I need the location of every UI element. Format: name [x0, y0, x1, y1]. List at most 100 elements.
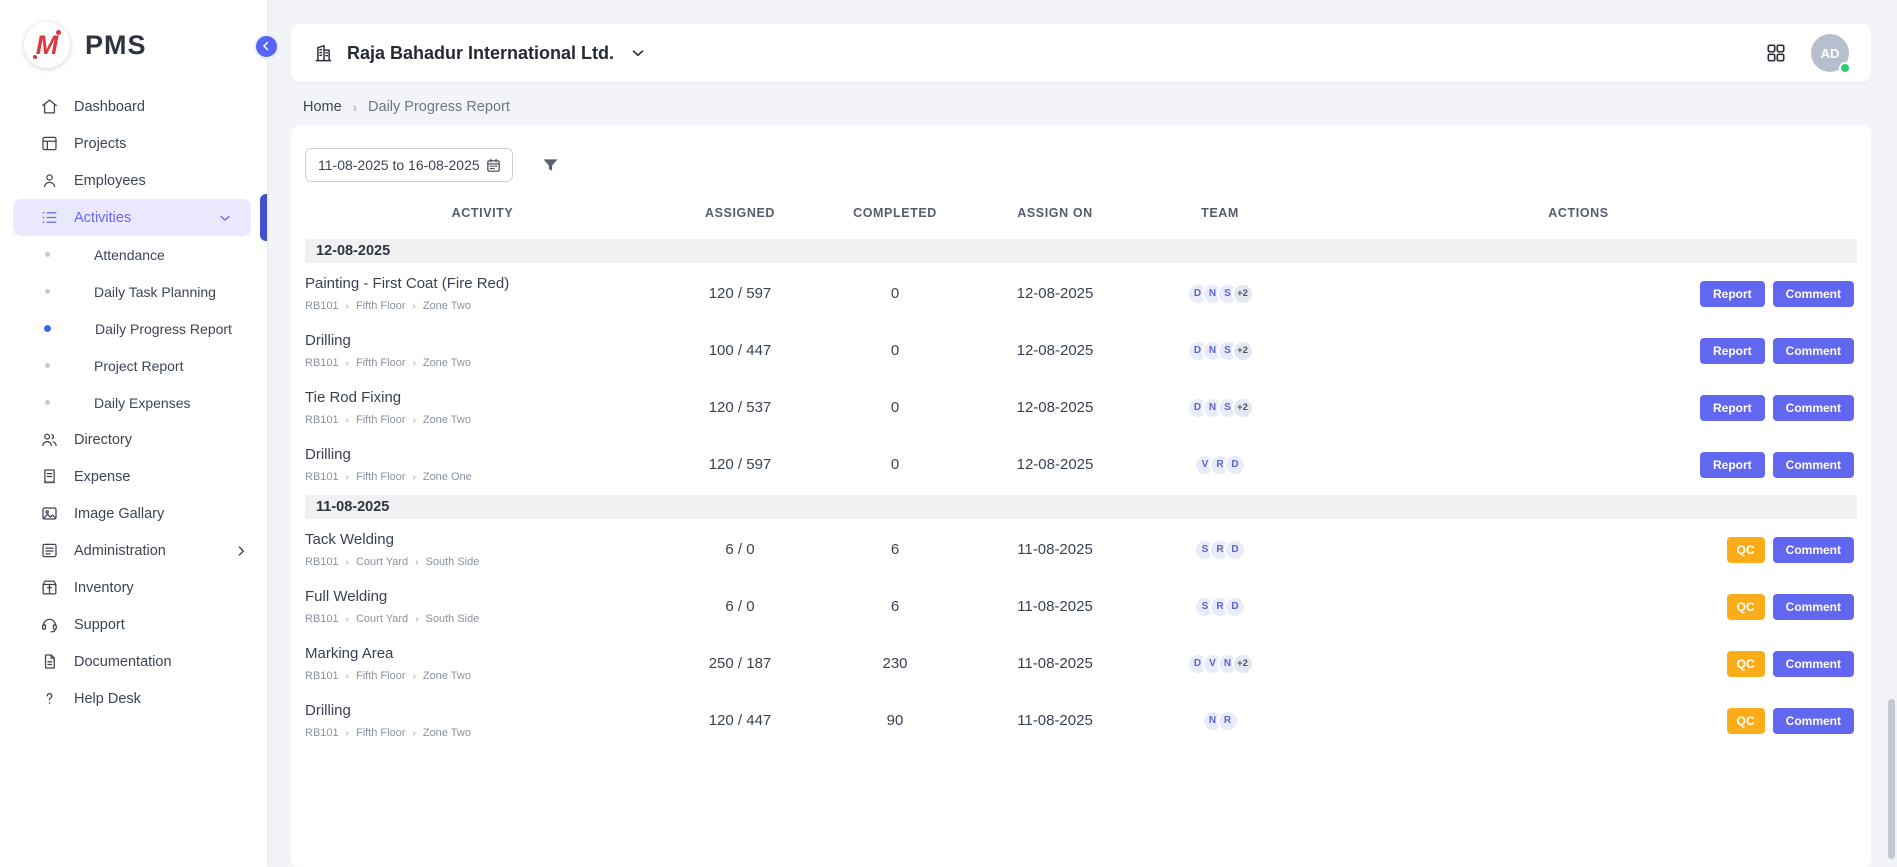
calendar-icon: [485, 157, 502, 174]
filter-icon[interactable]: [540, 155, 561, 176]
sidebar-subitem-label: Project Report: [94, 358, 183, 374]
comment-button[interactable]: Comment: [1773, 338, 1854, 364]
table-row: DrillingRB101›Fifth Floor›Zone Two100 / …: [305, 322, 1857, 379]
sidebar-item-label: Expense: [74, 469, 249, 485]
sidebar-item-expense[interactable]: Expense: [0, 458, 267, 495]
sidebar-subitem-attendance[interactable]: Attendance: [0, 236, 267, 273]
app: M PMS DashboardProjectsEmployeesActiviti…: [0, 0, 1897, 867]
report-button[interactable]: Report: [1700, 395, 1765, 421]
path-segment: Zone Two: [423, 300, 471, 312]
assign-on-date: 12-08-2025: [970, 285, 1140, 302]
sidebar-subitem-daily-progress-report[interactable]: Daily Progress Report: [0, 310, 267, 347]
company-selector[interactable]: Raja Bahadur International Ltd.: [313, 43, 647, 64]
report-button[interactable]: Report: [1700, 338, 1765, 364]
activity-cell: DrillingRB101›Fifth Floor›Zone One: [305, 446, 660, 483]
activity-name: Drilling: [305, 446, 660, 463]
completed-value: 230: [820, 655, 970, 672]
path-segment: Zone One: [423, 471, 472, 483]
sidebar-item-employees[interactable]: Employees: [0, 162, 267, 199]
comment-button[interactable]: Comment: [1773, 281, 1854, 307]
path-segment: RB101: [305, 613, 339, 625]
assigned-value: 120 / 597: [660, 456, 820, 473]
path-segment: Zone Two: [423, 670, 471, 682]
sidebar-item-help-desk[interactable]: Help Desk: [0, 680, 267, 717]
table-row: DrillingRB101›Fifth Floor›Zone Two120 / …: [305, 692, 1857, 749]
chevron-right-icon: ›: [413, 671, 416, 682]
group-date-row: 11-08-2025: [305, 495, 1857, 519]
sidebar-item-documentation[interactable]: Documentation: [0, 643, 267, 680]
report-button[interactable]: Report: [1700, 281, 1765, 307]
chevron-right-icon: ›: [346, 358, 349, 369]
sidebar-item-directory[interactable]: Directory: [0, 421, 267, 458]
comment-button[interactable]: Comment: [1773, 594, 1854, 620]
chevron-right-icon: ›: [346, 614, 349, 625]
comment-button[interactable]: Comment: [1773, 452, 1854, 478]
qc-button[interactable]: QC: [1727, 594, 1765, 620]
assign-on-date: 12-08-2025: [970, 342, 1140, 359]
path-segment: RB101: [305, 471, 339, 483]
activity-path: RB101›Court Yard›South Side: [305, 556, 660, 568]
comment-button[interactable]: Comment: [1773, 395, 1854, 421]
qc-button[interactable]: QC: [1727, 537, 1765, 563]
column-header-completed: COMPLETED: [820, 206, 970, 220]
inventory-icon: [40, 578, 59, 597]
sidebar-item-projects[interactable]: Projects: [0, 125, 267, 162]
apps-grid-icon[interactable]: [1765, 42, 1787, 64]
sidebar-item-administration[interactable]: Administration: [0, 532, 267, 569]
sidebar-subitem-daily-task-planning[interactable]: Daily Task Planning: [0, 273, 267, 310]
qc-button[interactable]: QC: [1727, 708, 1765, 734]
comment-button[interactable]: Comment: [1773, 651, 1854, 677]
activity-cell: DrillingRB101›Fifth Floor›Zone Two: [305, 702, 660, 739]
chevron-down-icon: [629, 44, 647, 62]
path-segment: Zone Two: [423, 727, 471, 739]
activity-path: RB101›Fifth Floor›Zone Two: [305, 357, 660, 369]
app-logo: M: [24, 22, 70, 68]
active-indicator: [260, 194, 267, 241]
path-segment: Court Yard: [356, 556, 408, 568]
sidebar-item-image-gallary[interactable]: Image Gallary: [0, 495, 267, 532]
assigned-value: 6 / 0: [660, 541, 820, 558]
completed-value: 0: [820, 285, 970, 302]
date-range-value: 11-08-2025 to 16-08-2025: [318, 157, 480, 173]
scrollbar-thumb[interactable]: [1888, 699, 1895, 859]
actions-cell: Report Comment: [1300, 395, 1857, 421]
sidebar-subitem-daily-expenses[interactable]: Daily Expenses: [0, 384, 267, 421]
topbar-actions: AD: [1765, 34, 1849, 72]
activity-cell: DrillingRB101›Fifth Floor›Zone Two: [305, 332, 660, 369]
sidebar-subitem-label: Attendance: [94, 247, 165, 263]
sidebar-item-activities[interactable]: Activities: [13, 199, 251, 236]
date-range-input[interactable]: 11-08-2025 to 16-08-2025: [305, 148, 513, 182]
assigned-value: 120 / 597: [660, 285, 820, 302]
sidebar-subitem-project-report[interactable]: Project Report: [0, 347, 267, 384]
qc-button[interactable]: QC: [1727, 651, 1765, 677]
sidebar-item-dashboard[interactable]: Dashboard: [0, 88, 267, 125]
path-segment: RB101: [305, 300, 339, 312]
team-cell: DNS+2: [1140, 283, 1300, 305]
sidebar-item-inventory[interactable]: Inventory: [0, 569, 267, 606]
activity-cell: Tack WeldingRB101›Court Yard›South Side: [305, 531, 660, 568]
comment-button[interactable]: Comment: [1773, 708, 1854, 734]
activity-path: RB101›Fifth Floor›Zone Two: [305, 727, 660, 739]
assigned-value: 120 / 537: [660, 399, 820, 416]
chevron-right-icon: ›: [413, 301, 416, 312]
team-cell: SRD: [1140, 596, 1300, 618]
actions-cell: QC Comment: [1300, 651, 1857, 677]
comment-button[interactable]: Comment: [1773, 537, 1854, 563]
user-avatar[interactable]: AD: [1811, 34, 1849, 72]
sidebar-collapse-button[interactable]: [254, 34, 279, 59]
assigned-value: 100 / 447: [660, 342, 820, 359]
team-cell: SRD: [1140, 539, 1300, 561]
documentation-icon: [40, 652, 59, 671]
team-avatar: R: [1217, 710, 1239, 732]
completed-value: 0: [820, 456, 970, 473]
bullet-icon: [45, 400, 50, 405]
report-button[interactable]: Report: [1700, 452, 1765, 478]
assign-on-date: 11-08-2025: [970, 541, 1140, 558]
breadcrumb-home[interactable]: Home: [303, 99, 342, 115]
logo-row: M PMS: [0, 0, 267, 86]
sidebar-item-support[interactable]: Support: [0, 606, 267, 643]
team-extra-count: +2: [1232, 653, 1254, 675]
chevron-right-icon: ›: [346, 557, 349, 568]
path-segment: Fifth Floor: [356, 727, 406, 739]
actions-cell: Report Comment: [1300, 452, 1857, 478]
